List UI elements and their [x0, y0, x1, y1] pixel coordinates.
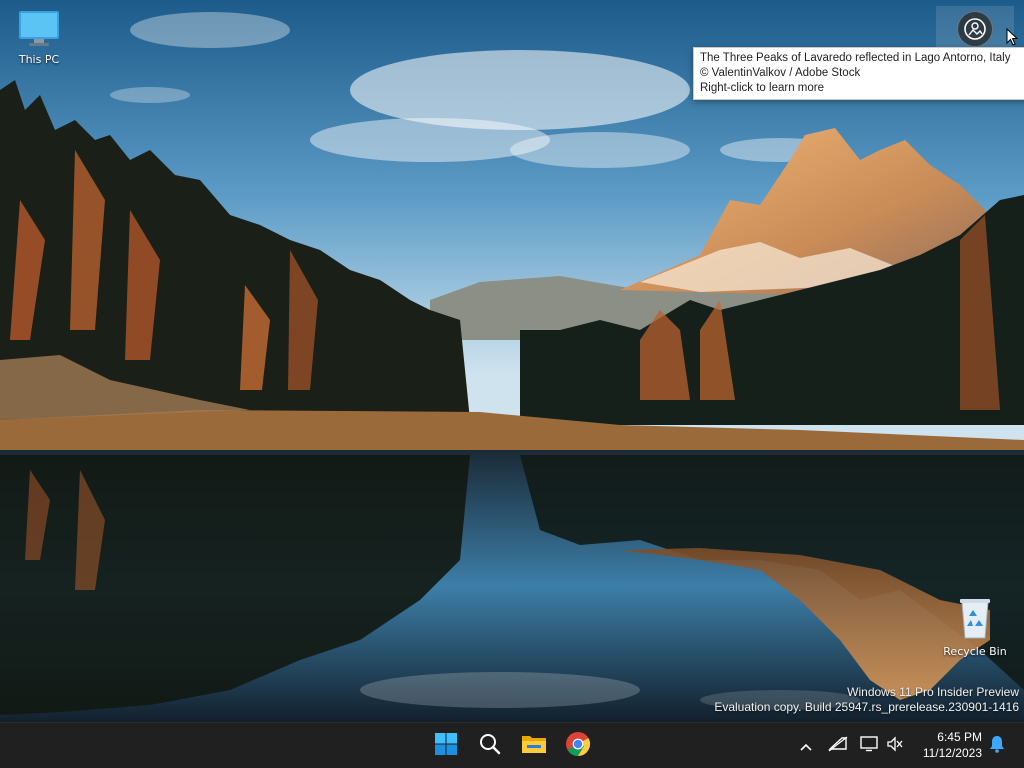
chevron-up-icon — [799, 737, 813, 756]
tooltip-hint: Right-click to learn more — [700, 82, 824, 94]
chrome-button[interactable] — [559, 727, 597, 765]
clock-date: 11/12/2023 — [922, 746, 982, 760]
search-icon — [478, 732, 502, 760]
search-button[interactable] — [471, 727, 509, 765]
desktop-icon-recycle-bin[interactable]: Recycle Bin — [937, 596, 1013, 658]
network-button[interactable] — [827, 735, 849, 757]
tooltip-credit: © ValentinValkov / Adobe Stock — [700, 67, 861, 79]
display-icon — [860, 736, 878, 756]
desktop-wallpaper — [0, 0, 1024, 722]
show-hidden-icons-button[interactable] — [795, 735, 817, 757]
bell-icon — [989, 735, 1005, 757]
monitor-icon — [1, 8, 77, 51]
recycle-bin-icon — [937, 596, 1013, 643]
display-button[interactable] — [858, 735, 880, 757]
desktop-icon-label: Recycle Bin — [943, 645, 1007, 658]
clock-time: 6:45 PM — [937, 730, 982, 744]
chrome-icon — [565, 731, 591, 761]
network-icon — [828, 735, 848, 757]
desktop-icon-this-pc[interactable]: This PC — [1, 8, 77, 66]
tooltip-title: The Three Peaks of Lavaredo reflected in… — [700, 52, 1011, 64]
file-explorer-button[interactable] — [515, 727, 553, 765]
volume-icon — [886, 736, 904, 756]
watermark-edition: Windows 11 Pro Insider Preview — [847, 685, 1019, 699]
volume-button[interactable] — [884, 735, 906, 757]
start-button[interactable] — [427, 727, 465, 765]
spotlight-tooltip: The Three Peaks of Lavaredo reflected in… — [693, 47, 1024, 100]
start-icon — [434, 732, 458, 760]
notifications-button[interactable] — [986, 735, 1008, 757]
clock[interactable]: 6:45 PM 11/12/2023 — [912, 729, 982, 761]
os-watermark: Windows 11 Pro Insider Preview Evaluatio… — [714, 685, 1019, 715]
file-explorer-icon — [521, 732, 547, 760]
spotlight-camera-icon — [957, 11, 993, 47]
watermark-build: Evaluation copy. Build 25947.rs_prerelea… — [714, 700, 1019, 714]
taskbar: 6:45 PM 11/12/2023 — [0, 722, 1024, 768]
learn-about-picture-button[interactable] — [936, 6, 1014, 52]
desktop-icon-label: This PC — [18, 53, 60, 66]
